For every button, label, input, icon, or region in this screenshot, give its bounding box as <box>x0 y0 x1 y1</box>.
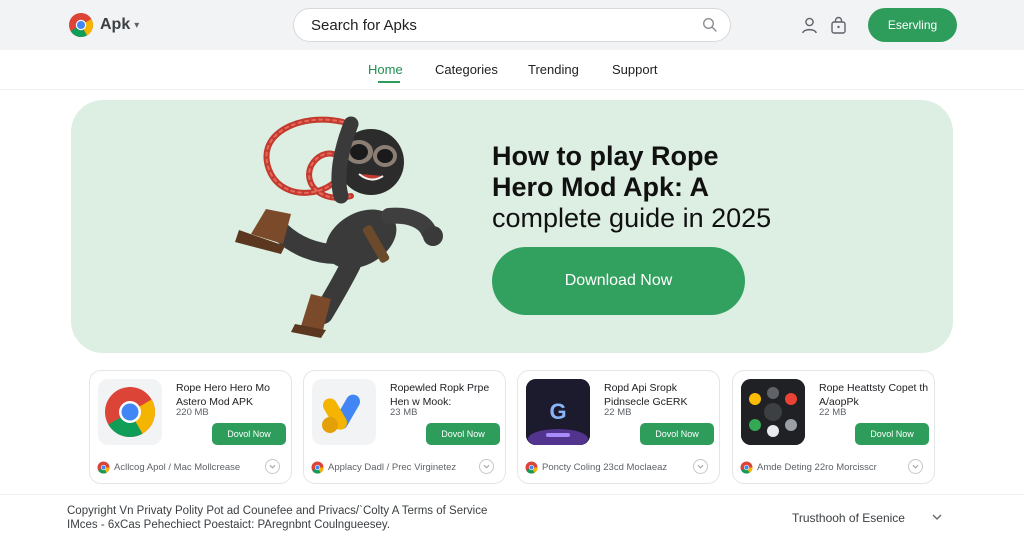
chevron-down-icon[interactable] <box>908 459 923 474</box>
svg-text:G: G <box>549 399 566 424</box>
hero-title-line1: How to play Rope <box>492 141 719 171</box>
nav-active-indicator <box>378 81 400 83</box>
card-download-button[interactable]: Dovol Now <box>426 423 500 445</box>
search-input[interactable]: Search for Apks <box>311 17 417 34</box>
card-footer-text: Acllcog Apol / Mac Mollcrease <box>114 462 241 473</box>
logo-text: Apk <box>100 16 131 33</box>
nav-home[interactable]: Home <box>368 62 403 77</box>
card-title: Rope Hero Hero Mo Astero Mod APK <box>176 382 270 408</box>
main-nav: Home Categories Trending Support <box>0 50 1024 90</box>
chevron-down-icon[interactable] <box>479 459 494 474</box>
app-card[interactable]: Rope Heattsty Copet th A/aopPk 22 MB Dov… <box>732 370 935 484</box>
chevron-down-icon[interactable] <box>932 513 942 521</box>
card-download-button[interactable]: Dovol Now <box>212 423 286 445</box>
nav-trending[interactable]: Trending <box>528 62 579 77</box>
hero-title: How to play Rope Hero Mod Apk: A complet… <box>492 141 822 234</box>
card-footer-text: Poncty Coling 23cd Moclaeaz <box>542 462 668 473</box>
card-thumbnail <box>741 379 805 445</box>
card-size: 220 MB <box>176 407 209 418</box>
app-cluster-icon <box>741 379 805 445</box>
footer-trust-link[interactable]: Trusthooh of Esenice <box>792 511 905 525</box>
card-size: 22 MB <box>819 407 847 418</box>
hero-title-line2: Hero Mod Apk: A <box>492 172 709 202</box>
top-header: Apk ▾ Search for Apks Eservling <box>0 0 1024 50</box>
app-card[interactable]: Ropewled Ropk Prpe Hen w Mook: 23 MB Dov… <box>303 370 506 484</box>
card-download-button[interactable]: Dovol Now <box>640 423 714 445</box>
card-title: Ropewled Ropk Prpe Hen w Mook: <box>390 382 490 408</box>
card-size: 23 MB <box>390 407 418 418</box>
nav-support[interactable]: Support <box>612 62 658 77</box>
chrome-small-icon <box>740 461 753 474</box>
bag-icon[interactable] <box>830 16 847 34</box>
chrome-icon <box>105 387 155 437</box>
search-bar[interactable]: Search for Apks <box>293 8 731 42</box>
chrome-small-icon <box>311 461 324 474</box>
card-title: Ropd Api Sropk Pidnsecle GcERK <box>604 382 688 408</box>
app-card[interactable]: G Ropd Api Sropk Pidnsecle GcERK 22 MB D… <box>517 370 720 484</box>
chevron-down-icon[interactable] <box>265 459 280 474</box>
hero-banner: How to play Rope Hero Mod Apk: A complet… <box>71 100 953 353</box>
card-download-button[interactable]: Dovol Now <box>855 423 929 445</box>
site-logo[interactable]: Apk ▾ <box>68 12 139 38</box>
rope-hero-illustration <box>235 116 443 338</box>
logo-dropdown-icon: ▾ <box>134 19 140 31</box>
card-thumbnail <box>312 379 376 445</box>
footer-legal-line1[interactable]: Copyright Vn Privaty Polity Pot ad Coune… <box>67 505 487 517</box>
chrome-small-icon <box>525 461 538 474</box>
page-footer: Copyright Vn Privaty Polity Pot ad Coune… <box>0 494 1024 536</box>
hero-title-line3: complete guide in 2025 <box>492 203 772 233</box>
card-thumbnail: G <box>526 379 590 445</box>
app-card[interactable]: Rope Hero Hero Mo Astero Mod APK 220 MB … <box>89 370 292 484</box>
footer-legal-line2: IMces - 6xCas Pehechiect Poestaict: PAre… <box>67 519 391 531</box>
card-footer-text: Amde Deting 22ro Morcisscr <box>757 462 877 473</box>
header-action-button[interactable]: Eservling <box>868 8 957 42</box>
user-icon[interactable] <box>801 16 818 34</box>
download-now-button[interactable]: Download Now <box>492 247 745 315</box>
chrome-logo-icon <box>69 13 94 38</box>
google-ads-icon <box>322 394 360 433</box>
chevron-down-icon[interactable] <box>693 459 708 474</box>
google-g-icon: G <box>526 379 590 445</box>
card-thumbnail <box>98 379 162 445</box>
card-footer-text: Applacy Dadl / Prec Virginetez <box>328 462 457 473</box>
card-size: 22 MB <box>604 407 632 418</box>
card-title: Rope Heattsty Copet th A/aopPk <box>819 382 929 408</box>
chrome-small-icon <box>97 461 110 474</box>
search-icon[interactable] <box>702 17 718 33</box>
nav-categories[interactable]: Categories <box>435 62 498 77</box>
